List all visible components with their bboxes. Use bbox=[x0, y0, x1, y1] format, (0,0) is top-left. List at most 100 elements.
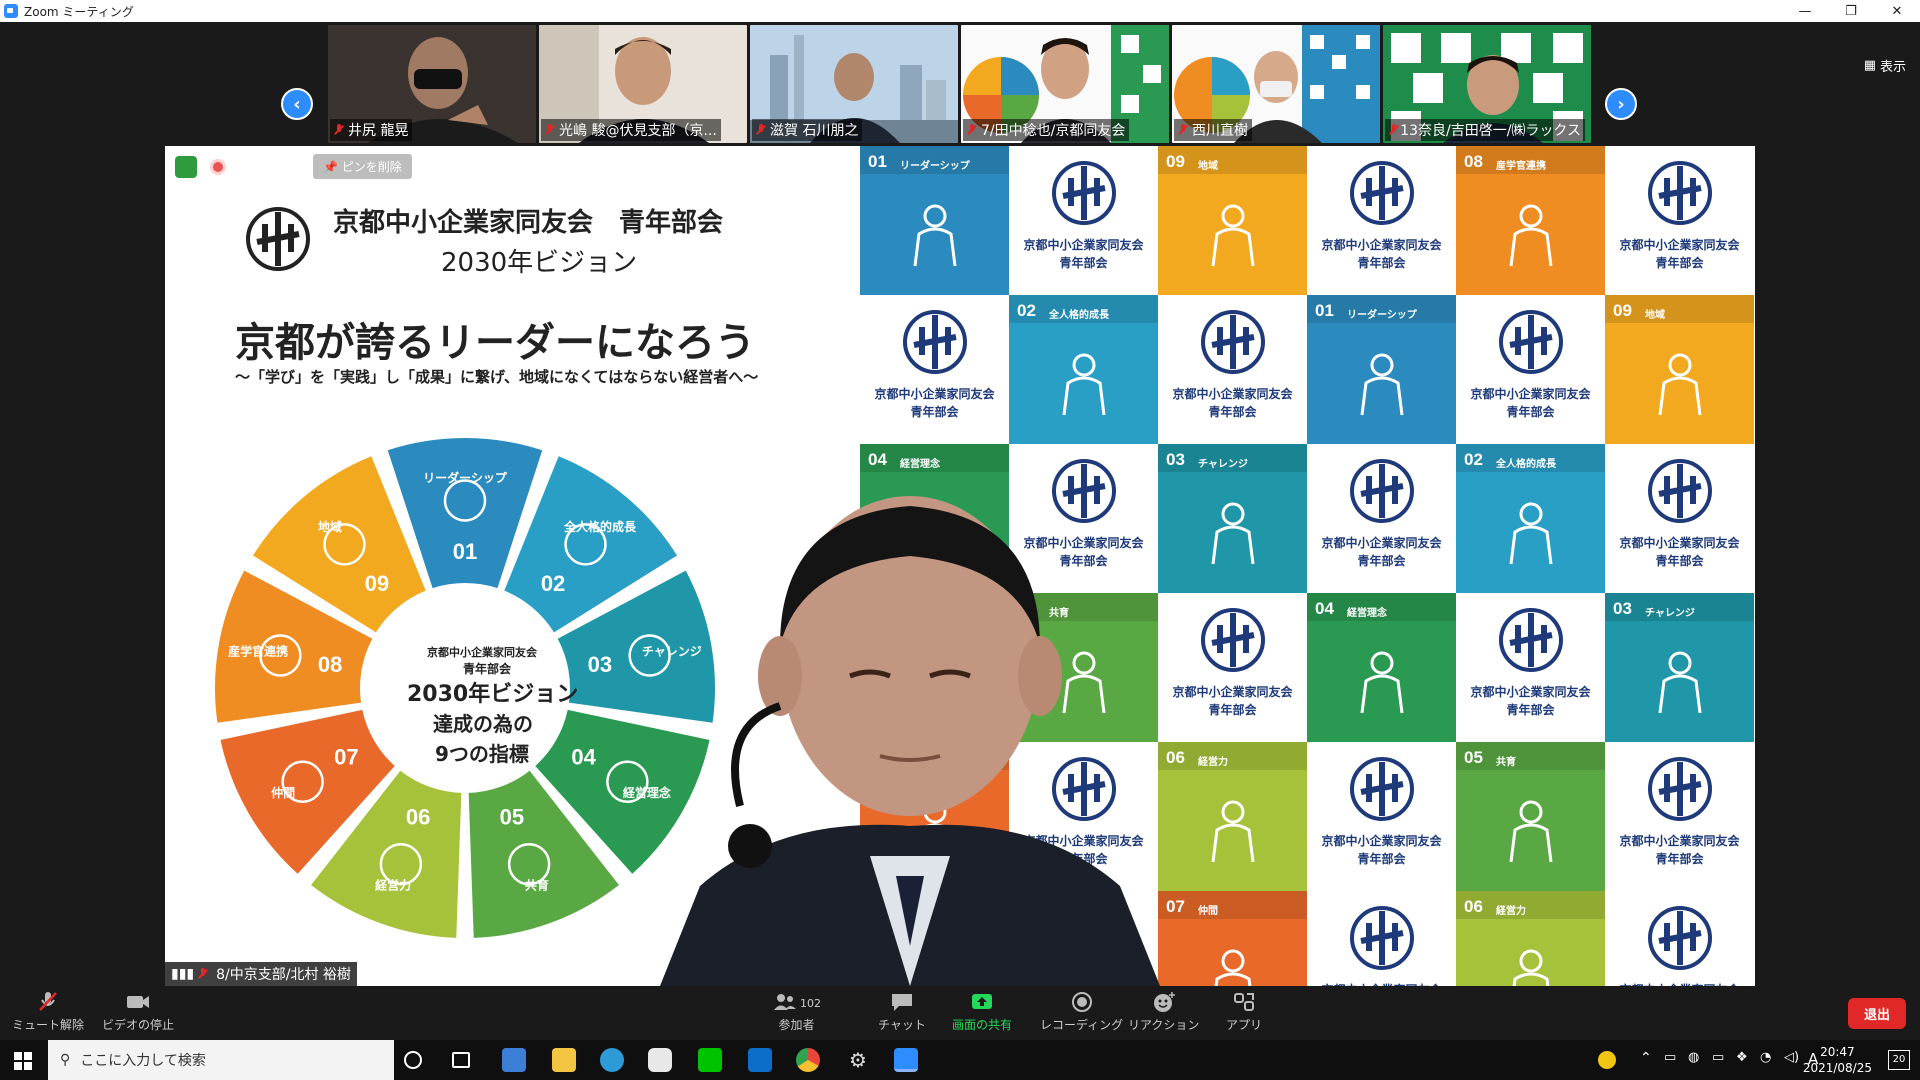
doyukai-logo-tile: 京都中小企業家同友会青年部会 bbox=[1009, 146, 1158, 295]
maximize-button[interactable]: ❐ bbox=[1828, 0, 1874, 22]
grid-view-icon: ▦ bbox=[1863, 58, 1876, 73]
indicator-pictogram-icon bbox=[1360, 353, 1404, 416]
doyukai-logo-tile: 京都中小企業家同友会青年部会 bbox=[1158, 593, 1307, 742]
reactions-button[interactable]: リアクション bbox=[1128, 990, 1199, 1033]
prev-page-button[interactable]: ‹ bbox=[281, 88, 313, 120]
weather-icon[interactable] bbox=[1598, 1051, 1616, 1069]
muted-mic-icon bbox=[198, 968, 208, 980]
minimize-button[interactable]: — bbox=[1782, 0, 1828, 22]
leave-meeting-button[interactable]: 退出 bbox=[1847, 998, 1906, 1029]
bw-app-icon[interactable] bbox=[502, 1048, 526, 1072]
tile-label: 経営力 bbox=[1198, 757, 1228, 768]
doyukai-logo-tile: 京都中小企業家同友会青年部会 bbox=[860, 295, 1009, 444]
participant-name: 井尻 龍晃 bbox=[330, 119, 413, 141]
tile-logo-text: 京都中小企業家同友会 bbox=[1470, 387, 1591, 401]
doyukai-logo bbox=[1499, 310, 1563, 374]
tile-number: 08 bbox=[1464, 152, 1483, 171]
tile-number: 09 bbox=[1613, 301, 1632, 320]
volume-icon[interactable]: ◁) bbox=[1784, 1050, 1799, 1065]
participant-thumb[interactable]: 井尻 龍晃 bbox=[328, 25, 536, 143]
tile-logo-text: 京都中小企業家同友会 bbox=[1619, 834, 1740, 848]
network-icon[interactable]: ▭ bbox=[1664, 1050, 1676, 1065]
muted-mic-icon bbox=[1178, 124, 1188, 136]
tile-logo-text2: 青年部会 bbox=[1506, 405, 1555, 419]
tile-label: 経営力 bbox=[1496, 906, 1526, 917]
edge-icon[interactable] bbox=[600, 1048, 624, 1072]
tile-label: 経営理念 bbox=[900, 459, 940, 470]
tile-label: 仲間 bbox=[1198, 906, 1218, 917]
settings-gear-icon[interactable]: ⚙ bbox=[846, 1048, 870, 1072]
indicator-pictogram-icon bbox=[1211, 502, 1255, 565]
tile-logo-text: 京都中小企業家同友会 bbox=[874, 387, 995, 401]
tile-logo-text2: 青年部会 bbox=[1059, 256, 1108, 270]
record-button[interactable]: レコーディング bbox=[1040, 990, 1123, 1033]
dropbox-icon[interactable]: ❖ bbox=[1736, 1050, 1748, 1065]
indicator-tile: 07 仲間 bbox=[1158, 891, 1307, 986]
taskbar-clock[interactable]: 20:47 2021/08/25 bbox=[1803, 1044, 1872, 1076]
tile-logo-text2: 青年部会 bbox=[1655, 554, 1704, 568]
view-button[interactable]: ▦ 表示 bbox=[1864, 56, 1906, 75]
tile-number: 03 bbox=[1166, 450, 1185, 469]
trello-icon[interactable] bbox=[748, 1048, 772, 1072]
taskbar-search-box[interactable]: ⚲ ここに入力して検索 bbox=[48, 1040, 394, 1080]
indicator-tile: 02 全人格的成長 bbox=[1009, 295, 1158, 444]
tray-chevron-up-icon[interactable]: ⌃ bbox=[1640, 1050, 1652, 1066]
doyukai-logo bbox=[1201, 608, 1265, 672]
next-page-button[interactable]: › bbox=[1605, 88, 1637, 120]
participant-name: 西川直樹 bbox=[1174, 119, 1252, 141]
participant-thumb[interactable]: 光嶋 駿@伏見支部（京... bbox=[539, 25, 747, 143]
participant-thumb[interactable]: 西川直樹 bbox=[1172, 25, 1380, 143]
indicator-pictogram-icon bbox=[1211, 204, 1255, 267]
indicator-tile: 03 チャレンジ bbox=[1605, 593, 1754, 742]
participants-button[interactable]: 102 参加者 bbox=[772, 990, 821, 1033]
doyukai-logo bbox=[1350, 906, 1414, 970]
record-icon bbox=[1071, 992, 1092, 1012]
muted-mic-icon bbox=[967, 124, 977, 136]
wifi-icon[interactable]: ◔ bbox=[1760, 1050, 1771, 1065]
tile-label: 産学官連携 bbox=[1496, 161, 1546, 172]
apps-button[interactable]: アプリ bbox=[1226, 990, 1262, 1033]
participant-thumb[interactable]: 滋賀 石川朋之 bbox=[750, 25, 958, 143]
doyukai-logo-tile: 京都中小企業家同友会青年部会 bbox=[1307, 444, 1456, 593]
muted-mic-icon bbox=[545, 124, 555, 136]
participant-thumb[interactable]: 13奈良/吉田啓一/㈱ラックス bbox=[1383, 25, 1591, 143]
cortana-icon[interactable] bbox=[404, 1051, 422, 1069]
participant-thumb[interactable]: 7/田中稔也/京都同友会 bbox=[961, 25, 1169, 143]
file-explorer-icon[interactable] bbox=[552, 1048, 576, 1072]
tile-label: 地域 bbox=[1198, 161, 1218, 172]
doyukai-logo-tile: 京都中小企業家同友会青年部会 bbox=[1456, 593, 1605, 742]
tile-logo-text: 京都中小企業家同友会 bbox=[1470, 685, 1591, 699]
windows-start-icon[interactable] bbox=[14, 1052, 32, 1070]
unmute-button[interactable]: ミュート解除 bbox=[12, 990, 84, 1033]
apps-icon bbox=[1234, 993, 1254, 1011]
title-bar: Zoom ミーティング — ❐ ✕ bbox=[0, 0, 1920, 22]
tile-logo-text2: 青年部会 bbox=[1357, 554, 1406, 568]
doyukai-logo-tile: 京都中小企業家同友会青年部会 bbox=[1605, 891, 1754, 986]
indicator-pictogram-icon bbox=[1214, 949, 1252, 986]
line-icon[interactable] bbox=[698, 1048, 722, 1072]
close-button[interactable]: ✕ bbox=[1874, 0, 1920, 22]
clock-date: 2021/08/25 bbox=[1802, 1061, 1872, 1075]
task-view-icon[interactable] bbox=[452, 1052, 470, 1068]
video-camera-icon bbox=[127, 996, 149, 1008]
security-tray-icon[interactable]: ◍ bbox=[1688, 1050, 1699, 1065]
wheel-segment-label: 産学官連携 bbox=[228, 644, 288, 659]
slack-icon[interactable] bbox=[648, 1048, 672, 1072]
participant-count: 102 bbox=[800, 996, 821, 1010]
chrome-icon[interactable] bbox=[796, 1048, 820, 1072]
share-screen-icon bbox=[972, 994, 992, 1009]
meeting-controls: ミュート解除 ビデオの停止 102 参加者 チャット 画面の共有 レコーディング bbox=[0, 986, 1920, 1040]
wheel-center-org2: 青年部会 bbox=[463, 662, 512, 676]
org-title: 京都中小企業家同友会 青年部会 bbox=[333, 208, 724, 238]
clock-time: 20:47 bbox=[1820, 1045, 1855, 1059]
stop-video-button[interactable]: ビデオの停止 bbox=[102, 990, 174, 1033]
window-title: Zoom ミーティング bbox=[24, 4, 134, 19]
participant-name: 滋賀 石川朋之 bbox=[752, 119, 863, 141]
unpin-button[interactable]: 📌 ピンを削除 bbox=[313, 154, 412, 179]
notification-center-icon[interactable]: 20 bbox=[1888, 1050, 1910, 1070]
share-screen-button[interactable]: 画面の共有 bbox=[952, 990, 1012, 1033]
display-tray-icon[interactable]: ▭ bbox=[1712, 1050, 1724, 1065]
zoom-taskbar-icon[interactable] bbox=[894, 1048, 918, 1072]
tile-number: 04 bbox=[1315, 599, 1334, 618]
chat-button[interactable]: チャット bbox=[878, 990, 926, 1033]
